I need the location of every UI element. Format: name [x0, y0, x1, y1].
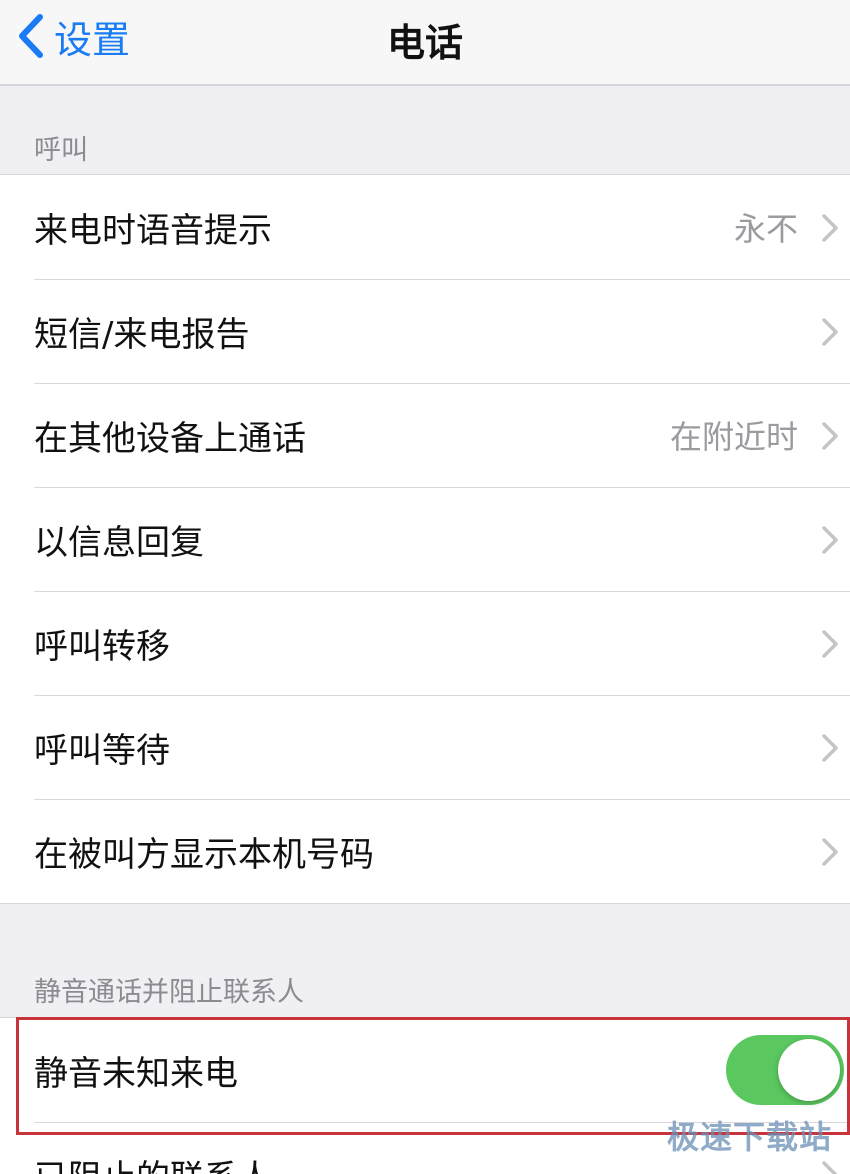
row-label: 短信/来电报告 [34, 314, 250, 355]
row-respond-with-text[interactable]: 以信息回复 [0, 487, 850, 591]
row-silence-unknown-callers: 静音未知来电 [0, 1018, 850, 1122]
chevron-right-icon [822, 526, 838, 554]
row-call-waiting[interactable]: 呼叫等待 [0, 695, 850, 799]
chevron-right-icon [822, 214, 838, 242]
row-label: 静音未知来电 [34, 1053, 238, 1094]
toggle-knob [778, 1039, 840, 1101]
row-label: 来电时语音提示 [34, 210, 272, 251]
row-sms-call-reporting[interactable]: 短信/来电报告 [0, 279, 850, 383]
chevron-right-icon [822, 630, 838, 658]
row-label: 已阻止的联系人 [34, 1150, 272, 1174]
chevron-right-icon [822, 1161, 838, 1174]
calls-group: 来电时语音提示 永不 短信/来电报告 在其他设备上通话 在附近时 以信息回复 呼… [0, 174, 850, 904]
section-header-silence: 静音通话并阻止联系人 [34, 977, 304, 1008]
row-show-caller-id[interactable]: 在被叫方显示本机号码 [0, 799, 850, 903]
row-value: 在附近时 [669, 418, 798, 456]
row-value: 永不 [733, 210, 798, 248]
navigation-bar: 设置 电话 [0, 0, 850, 86]
chevron-right-icon [822, 422, 838, 450]
row-label: 呼叫等待 [34, 730, 170, 771]
phone-settings-screen: 设置 电话 呼叫 来电时语音提示 永不 短信/来电报告 在其他设备上通话 在附近… [0, 0, 850, 1174]
row-calls-on-other-devices[interactable]: 在其他设备上通话 在附近时 [0, 383, 850, 487]
silence-unknown-callers-toggle[interactable] [726, 1035, 844, 1105]
page-title: 电话 [386, 21, 463, 65]
row-call-forwarding[interactable]: 呼叫转移 [0, 591, 850, 695]
row-label: 在其他设备上通话 [34, 418, 306, 459]
section-header-calls: 呼叫 [34, 135, 88, 166]
row-label: 呼叫转移 [34, 626, 170, 667]
row-announce-calls[interactable]: 来电时语音提示 永不 [0, 175, 850, 279]
chevron-right-icon [822, 734, 838, 762]
chevron-right-icon [822, 318, 838, 346]
row-label: 以信息回复 [34, 522, 204, 563]
chevron-right-icon [822, 838, 838, 866]
watermark: 极速下载站 [666, 1118, 832, 1156]
row-label: 在被叫方显示本机号码 [34, 834, 374, 875]
